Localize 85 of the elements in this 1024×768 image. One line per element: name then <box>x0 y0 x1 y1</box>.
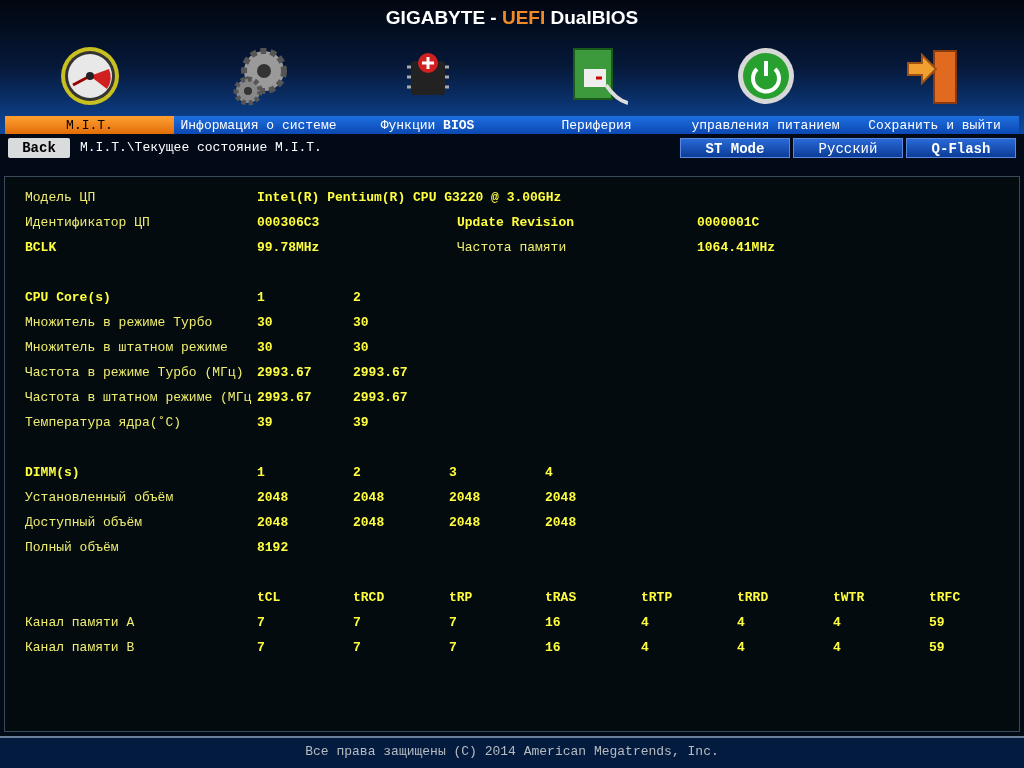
column-heading: 3 <box>449 464 457 480</box>
table-cell: 4 <box>737 639 745 655</box>
copyright-text: Все права защищены (C) 2014 American Megatrends, Inc. <box>305 743 719 761</box>
table-cell: 2048 <box>257 489 289 505</box>
table-cell: 7 <box>257 614 265 630</box>
field-value: 0000001C <box>697 214 760 230</box>
field-value: 000306C3 <box>257 214 320 230</box>
table-cell: 2993.67 <box>257 389 312 405</box>
table-cell: 4 <box>641 614 649 630</box>
row-label: Частота в режиме Турбо (МГц) <box>25 364 244 380</box>
table-cell: 39 <box>257 414 273 430</box>
table-cell: 4 <box>737 614 745 630</box>
table-cell: 8192 <box>257 539 289 555</box>
table-cell: 59 <box>929 639 945 655</box>
column-heading: tRFC <box>929 589 961 605</box>
toolbar-button[interactable]: Русский <box>793 138 903 158</box>
table-cell: 2048 <box>353 514 385 530</box>
column-heading: 1 <box>257 464 265 480</box>
nav-tab[interactable]: Функции BIOS <box>343 115 512 135</box>
column-heading: tRCD <box>353 589 385 605</box>
table-cell: 4 <box>641 639 649 655</box>
table-cell: 2993.67 <box>353 389 408 405</box>
row-label: Температура ядра(˚C) <box>25 414 182 430</box>
column-heading: tRRD <box>737 589 769 605</box>
row-label: Канал памяти A <box>25 614 135 630</box>
column-heading: tWTR <box>833 589 865 605</box>
row-label: Множитель в режиме Турбо <box>25 314 213 330</box>
table-cell: 7 <box>353 639 361 655</box>
column-heading: 2 <box>353 464 361 480</box>
table-cell: 7 <box>449 639 457 655</box>
field-label: Модель ЦП <box>25 189 96 205</box>
table-cell: 2993.67 <box>353 364 408 380</box>
row-label: Полный объём <box>25 539 119 555</box>
gauge-icon[interactable] <box>58 44 121 107</box>
column-heading: tRTP <box>641 589 673 605</box>
toolbar-button[interactable]: ST Mode <box>680 138 790 158</box>
table-cell: 2993.67 <box>257 364 312 380</box>
field-label: BCLK <box>25 239 57 255</box>
column-heading: 1 <box>257 289 265 305</box>
column-heading: 2 <box>353 289 361 305</box>
table-cell: 4 <box>833 639 841 655</box>
breadcrumb: M.I.T.\Текущее состояние M.I.T. <box>80 139 322 158</box>
row-label: Канал памяти B <box>25 639 135 655</box>
nav-tab[interactable]: Сохранить и выйти <box>850 115 1019 135</box>
column-heading: CPU Core(s) <box>25 289 111 305</box>
column-heading: 4 <box>545 464 553 480</box>
table-cell: 2048 <box>257 514 289 530</box>
nav-tab[interactable]: Периферия <box>512 115 681 135</box>
table-cell: 2048 <box>545 514 577 530</box>
table-cell: 39 <box>353 414 369 430</box>
table-cell: 30 <box>257 339 273 355</box>
nav-tab[interactable]: управления питанием <box>681 115 850 135</box>
row-label: Доступный объём <box>25 514 143 530</box>
field-label: Update Revision <box>457 214 575 230</box>
table-cell: 2048 <box>545 489 577 505</box>
row-label: Установленный объём <box>25 489 174 505</box>
table-cell: 59 <box>929 614 945 630</box>
column-heading: DIMM(s) <box>25 464 80 480</box>
table-cell: 30 <box>353 314 369 330</box>
field-label: Идентификатор ЦП <box>25 214 150 230</box>
field-value: Intel(R) Pentium(R) CPU G3220 @ 3.00GHz <box>257 189 562 205</box>
table-cell: 7 <box>353 614 361 630</box>
table-cell: 4 <box>833 614 841 630</box>
row-label: Частота в штатном режиме (МГц <box>25 389 252 405</box>
table-cell: 16 <box>545 614 561 630</box>
table-cell: 2048 <box>449 514 481 530</box>
back-button[interactable]: Back <box>8 138 70 158</box>
table-cell: 7 <box>257 639 265 655</box>
field-value: 99.78MHz <box>257 239 320 255</box>
field-value: 1064.41MHz <box>697 239 775 255</box>
table-cell: 7 <box>449 614 457 630</box>
nav-tab[interactable]: M.I.T. <box>5 115 174 135</box>
column-heading: tCL <box>257 589 281 605</box>
toolbar-button[interactable]: Q-Flash <box>906 138 1016 158</box>
field-label: Частота памяти <box>457 239 567 255</box>
table-cell: 30 <box>257 314 273 330</box>
column-heading: tRP <box>449 589 473 605</box>
table-cell: 2048 <box>449 489 481 505</box>
app-title: GIGABYTE - UEFI DualBIOS <box>385 6 639 30</box>
row-label: Множитель в штатном режиме <box>25 339 228 355</box>
table-cell: 30 <box>353 339 369 355</box>
table-cell: 16 <box>545 639 561 655</box>
table-cell: 2048 <box>353 489 385 505</box>
nav-tab[interactable]: Информация о системе <box>174 115 343 135</box>
column-heading: tRAS <box>545 589 577 605</box>
